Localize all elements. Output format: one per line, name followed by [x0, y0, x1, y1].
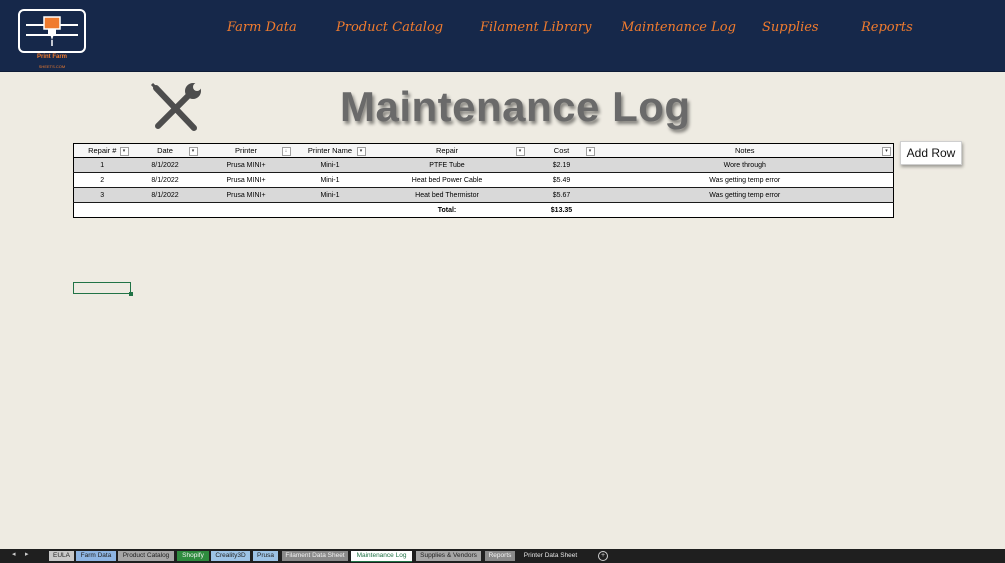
sheet-tab-printer-data-sheet[interactable]: Printer Data Sheet	[519, 551, 582, 561]
col-header-repair-num: Repair # ▾	[73, 143, 131, 158]
header-label: Date	[157, 146, 173, 155]
cell-printer-name[interactable]: Mini-1	[292, 172, 368, 188]
cell-date[interactable]: 8/1/2022	[130, 187, 200, 203]
cell-date[interactable]: 8/1/2022	[130, 172, 200, 188]
table-header-row: Repair # ▾ Date ▾ Printer ↓ Printer Name ▾ R…	[73, 143, 894, 158]
nav-filament-library[interactable]: Filament Library	[480, 20, 591, 35]
sheet-tab-filament-data-sheet[interactable]: Filament Data Sheet	[282, 551, 348, 561]
filter-dropdown-icon[interactable]: ▾	[882, 147, 891, 156]
cell-repair-num[interactable]: 2	[73, 172, 131, 188]
total-empty-cell	[199, 202, 293, 218]
sheet-tab-creality3d[interactable]: Creality3D	[211, 551, 250, 561]
total-cost: $13.35	[526, 202, 597, 218]
header-label: Cost	[553, 146, 570, 155]
total-empty-cell	[73, 202, 131, 218]
col-header-date: Date ▾	[130, 143, 200, 158]
page-title: Maintenance Log	[340, 83, 691, 130]
cell-repair[interactable]: Heat bed Power Cable	[367, 172, 527, 188]
sheet-tab-bar: ◂ ▸ EULA Farm Data Product Catalog Shopify C…	[0, 549, 1005, 563]
nav-product-catalog[interactable]: Product Catalog	[336, 20, 443, 35]
filter-dropdown-icon[interactable]: ▾	[515, 147, 525, 156]
col-header-notes: Notes ▾	[596, 143, 894, 158]
col-header-repair: Repair ▾	[367, 143, 527, 158]
cell-notes[interactable]: Was getting temp error	[596, 187, 894, 203]
cell-printer-name[interactable]: Mini-1	[292, 187, 368, 203]
filter-dropdown-icon[interactable]: ▾	[119, 147, 129, 156]
header-label: Notes	[734, 146, 755, 155]
total-empty-cell	[130, 202, 200, 218]
cell-cost[interactable]: $2.19	[526, 157, 597, 173]
table-row: 2 8/1/2022 Prusa MINI+ Mini-1 Heat bed P…	[73, 172, 894, 188]
cell-printer[interactable]: Prusa MINI+	[199, 187, 293, 203]
filter-dropdown-icon[interactable]: ▾	[356, 147, 366, 156]
col-header-cost: Cost ▾	[526, 143, 597, 158]
sheet-tab-prusa[interactable]: Prusa	[253, 551, 278, 561]
cell-cost[interactable]: $5.67	[526, 187, 597, 203]
cell-notes[interactable]: Was getting temp error	[596, 172, 894, 188]
cell-repair-num[interactable]: 3	[73, 187, 131, 203]
wrench-screwdriver-icon	[148, 82, 204, 134]
top-banner: Print Farm SHEETS.COM Farm Data Product …	[0, 0, 1005, 72]
add-row-button[interactable]: Add Row	[900, 141, 962, 165]
filter-dropdown-icon[interactable]: ▾	[188, 147, 198, 156]
cell-repair[interactable]: Heat bed Thermistor	[367, 187, 527, 203]
logo-frame	[18, 9, 86, 53]
sheet-tab-product-catalog[interactable]: Product Catalog	[118, 551, 174, 561]
maintenance-log-table: Repair # ▾ Date ▾ Printer ↓ Printer Name ▾ R…	[73, 143, 894, 218]
cell-repair-num[interactable]: 1	[73, 157, 131, 173]
total-empty-cell	[292, 202, 368, 218]
nav-maintenance-log[interactable]: Maintenance Log	[621, 20, 736, 35]
cell-notes[interactable]: Wore through	[596, 157, 894, 173]
add-sheet-icon[interactable]: +	[598, 551, 608, 561]
sheet-tab-shopify[interactable]: Shopify	[177, 551, 209, 561]
col-header-printer-name: Printer Name ▾	[292, 143, 368, 158]
col-header-printer: Printer ↓	[199, 143, 293, 158]
header-label: Printer Name	[307, 146, 353, 155]
sheet-tab-supplies-vendors[interactable]: Supplies & Vendors	[416, 551, 481, 561]
cell-cost[interactable]: $5.49	[526, 172, 597, 188]
logo-text: Print Farm	[36, 54, 67, 60]
logo-subtext: SHEETS.COM	[38, 64, 66, 69]
header-label: Repair #	[88, 146, 117, 155]
print-farm-logo[interactable]: Print Farm SHEETS.COM	[18, 9, 86, 69]
header-label: Repair	[435, 146, 459, 155]
sheet-tab-maintenance-log[interactable]: Maintenance Log	[351, 551, 412, 562]
table-row: 1 8/1/2022 Prusa MINI+ Mini-1 PTFE Tube …	[73, 157, 894, 173]
cell-printer[interactable]: Prusa MINI+	[199, 172, 293, 188]
total-row: Total: $13.35	[73, 202, 894, 218]
cell-printer[interactable]: Prusa MINI+	[199, 157, 293, 173]
cell-repair[interactable]: PTFE Tube	[367, 157, 527, 173]
next-sheet-icon[interactable]: ▸	[25, 550, 29, 558]
table-row: 3 8/1/2022 Prusa MINI+ Mini-1 Heat bed T…	[73, 187, 894, 203]
sort-filter-icon[interactable]: ↓	[281, 147, 291, 156]
total-empty-cell	[596, 202, 894, 218]
printer-logo-icon	[26, 16, 78, 46]
header-label: Printer	[234, 146, 258, 155]
filter-dropdown-icon[interactable]: ▾	[585, 147, 595, 156]
selected-cell[interactable]	[73, 282, 133, 296]
prev-sheet-icon[interactable]: ◂	[12, 550, 16, 558]
sheet-tab-reports[interactable]: Reports	[485, 551, 515, 561]
cell-date[interactable]: 8/1/2022	[130, 157, 200, 173]
total-label: Total:	[367, 202, 527, 218]
nav-farm-data[interactable]: Farm Data	[227, 20, 297, 35]
nav-reports[interactable]: Reports	[861, 20, 913, 35]
sheet-tab-eula[interactable]: EULA	[49, 551, 74, 561]
cell-printer-name[interactable]: Mini-1	[292, 157, 368, 173]
nav-supplies[interactable]: Supplies	[762, 20, 819, 35]
sheet-tab-farm-data[interactable]: Farm Data	[76, 551, 116, 561]
